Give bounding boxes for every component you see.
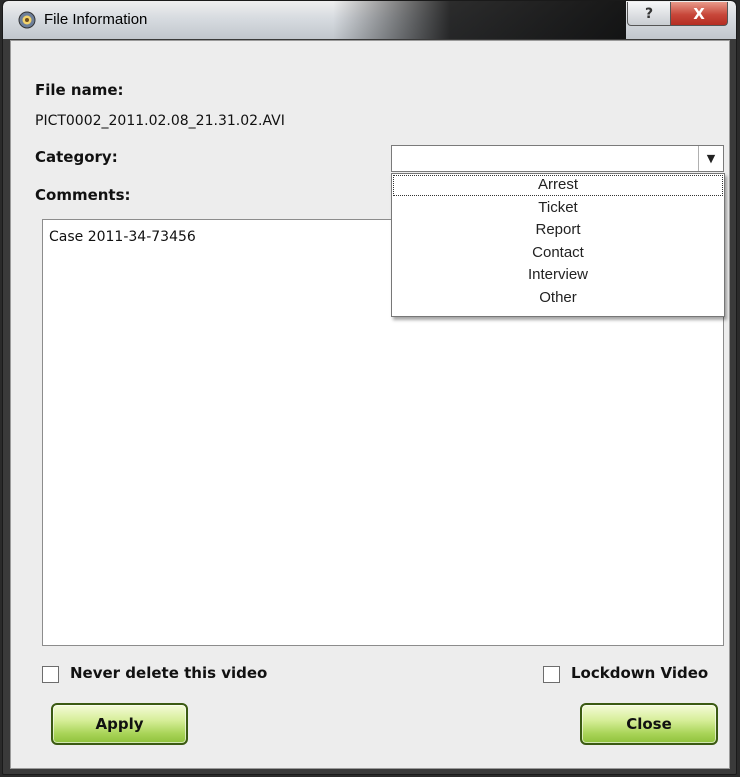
never-delete-label: Never delete this video <box>70 664 268 682</box>
lockdown-checkbox[interactable] <box>543 666 560 683</box>
file-information-dialog: File Information ? X File name: PICT0002… <box>2 0 737 775</box>
help-button[interactable]: ? <box>627 2 671 26</box>
apply-button-label: Apply <box>95 715 144 733</box>
file-name-label: File name: <box>35 81 124 99</box>
dropdown-option-interview[interactable]: Interview <box>392 264 724 287</box>
dropdown-option-other[interactable]: Other <box>392 287 724 310</box>
chevron-down-icon[interactable]: ▼ <box>698 146 723 171</box>
category-label: Category: <box>35 148 118 166</box>
dialog-body: File name: PICT0002_2011.02.08_21.31.02.… <box>10 40 730 769</box>
dropdown-option-arrest[interactable]: Arrest <box>392 174 724 197</box>
title-bar[interactable]: File Information ? X <box>3 1 736 39</box>
category-dropdown-list: Arrest Ticket Report Contact Interview O… <box>391 173 725 317</box>
lockdown-label: Lockdown Video <box>571 664 709 682</box>
apply-button[interactable]: Apply <box>51 703 188 745</box>
help-icon: ? <box>644 5 654 22</box>
dropdown-option-report[interactable]: Report <box>392 219 724 242</box>
window-close-button[interactable]: X <box>670 2 728 26</box>
app-icon <box>18 11 36 29</box>
dropdown-option-contact[interactable]: Contact <box>392 242 724 265</box>
file-name-value: PICT0002_2011.02.08_21.31.02.AVI <box>35 113 285 129</box>
comments-label: Comments: <box>35 186 131 204</box>
comments-text: Case 2011-34-73456 <box>49 229 196 245</box>
dropdown-option-ticket[interactable]: Ticket <box>392 197 724 220</box>
window-title: File Information <box>44 11 148 28</box>
close-icon: X <box>693 4 705 23</box>
never-delete-checkbox[interactable] <box>42 666 59 683</box>
close-button[interactable]: Close <box>580 703 718 745</box>
close-button-label: Close <box>626 715 672 733</box>
category-select[interactable]: ▼ <box>391 145 724 172</box>
